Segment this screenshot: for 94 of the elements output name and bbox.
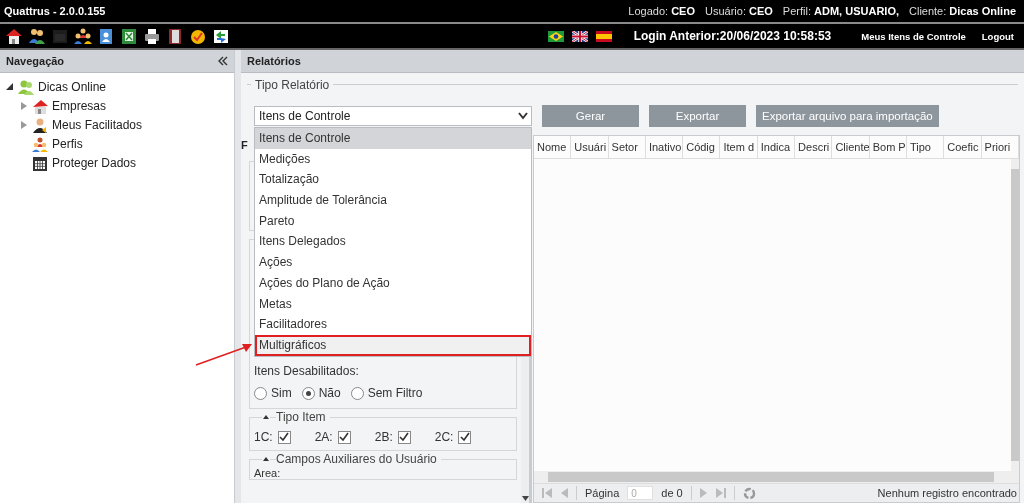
tree-item[interactable]: Meus Facilitados <box>52 117 143 132</box>
header-link[interactable]: Logout <box>981 30 1014 42</box>
radio-label: Não <box>318 386 341 400</box>
people-icon[interactable] <box>74 27 92 45</box>
checkbox-label: 2B: <box>374 430 393 444</box>
tree-item[interactable]: Perfis <box>52 136 83 151</box>
checkbox[interactable] <box>277 430 291 444</box>
panel-title: Navegação <box>6 55 65 67</box>
column-header[interactable]: Cliente <box>832 136 870 158</box>
session-info: Perfil: ADM, USUARIO, <box>782 5 899 17</box>
dropdown-option[interactable]: Totalização <box>255 169 531 191</box>
column-header[interactable]: Priori <box>981 136 1019 158</box>
dropdown-option[interactable]: Metas <box>255 293 531 315</box>
checkbox-label: 2C: <box>434 430 454 444</box>
report-type-dropdown[interactable]: Itens de Controle <box>254 106 532 126</box>
last-login-text: Login Anterior:20/06/2023 10:58:53 <box>633 29 832 43</box>
checkbox[interactable] <box>337 430 351 444</box>
checkmark-icon <box>459 432 470 442</box>
column-header[interactable]: Tipo <box>906 136 945 158</box>
tree-item[interactable]: Proteger Dados <box>52 155 137 170</box>
dropdown-option[interactable]: Facilitadores <box>255 314 531 335</box>
dropdown-option[interactable]: Multigráficos <box>255 334 531 356</box>
pager-label: de 0 <box>661 487 683 499</box>
radio-button[interactable] <box>301 386 315 400</box>
radio-label: Sim <box>271 386 292 400</box>
checkmark-icon <box>399 432 410 442</box>
horizontal-scrollbar[interactable] <box>534 471 1019 483</box>
column-header[interactable]: Descri <box>795 136 833 158</box>
pager-label: Página <box>585 487 620 499</box>
document-icon[interactable] <box>97 27 115 45</box>
flag-icon[interactable] <box>571 30 588 42</box>
house-icon <box>32 97 48 114</box>
dropdown-option[interactable]: Itens de Controle <box>255 128 531 149</box>
dropdown-icon[interactable] <box>518 112 528 120</box>
collapsed-icon[interactable] <box>20 101 28 110</box>
dropdown-option[interactable]: Ações <box>255 252 531 273</box>
panel-title: Relatórios <box>247 55 301 67</box>
session-info: Cliente: Dicas Online <box>909 5 1016 17</box>
field-label: Area: <box>254 467 282 479</box>
column-header[interactable]: Usuári <box>571 136 609 158</box>
tree-item[interactable]: Empresas <box>52 98 107 113</box>
pager-status: Nenhum registro encontrado <box>877 487 1017 499</box>
session-info: Usuário: CEO <box>705 5 773 17</box>
checkbox-label: 2A: <box>314 430 333 444</box>
dropdown-option[interactable]: Ações do Plano de Ação <box>255 272 531 294</box>
section-legend: Tipo Relatório <box>251 78 334 92</box>
vertical-scrollbar[interactable] <box>1011 159 1019 471</box>
checkbox[interactable] <box>397 430 411 444</box>
column-header[interactable]: Bom P <box>869 136 907 158</box>
field-label: Itens Desabilitados: <box>254 364 360 378</box>
badge-icon[interactable] <box>189 27 207 45</box>
people-icon[interactable] <box>28 27 46 45</box>
tree-item[interactable]: Dicas Online <box>38 79 107 94</box>
people-icon <box>32 135 48 152</box>
people-icon <box>18 78 34 95</box>
expanded-icon[interactable] <box>6 82 14 91</box>
radio-button[interactable] <box>350 386 364 400</box>
column-header[interactable]: Indica <box>757 136 796 158</box>
header-link[interactable]: Meus Itens de Controle <box>861 30 966 42</box>
panel-title: F <box>241 139 248 151</box>
dropdown-option[interactable]: Amplitude de Tolerância <box>255 190 531 211</box>
radio-label: Sem Filtro <box>367 386 423 400</box>
collapse-icon[interactable] <box>262 414 270 420</box>
column-header[interactable]: Setor <box>608 136 646 158</box>
dropdown-option[interactable]: Pareto <box>255 210 531 232</box>
collapsed-icon[interactable] <box>20 120 28 129</box>
spreadsheet-icon[interactable] <box>120 27 138 45</box>
dropdown-option[interactable]: Medições <box>255 148 531 170</box>
collapse-icon[interactable] <box>218 56 228 66</box>
column-header[interactable]: Inativo <box>645 136 684 158</box>
swap-icon[interactable] <box>212 27 230 45</box>
flag-icon[interactable] <box>595 30 612 42</box>
checkmark-icon <box>339 432 350 442</box>
radio-button[interactable] <box>254 386 267 400</box>
collapse-icon[interactable] <box>262 456 270 462</box>
session-info: Logado: CEO <box>628 5 695 17</box>
checkbox[interactable] <box>458 430 472 444</box>
window-title: Quattrus - 2.0.0.155 <box>4 5 106 17</box>
checkbox-label: 1C: <box>254 430 273 444</box>
dropdown-option[interactable]: Itens Delegados <box>255 231 531 253</box>
section-legend: Tipo Item <box>276 410 330 424</box>
person-icon <box>32 116 48 133</box>
column-header[interactable]: Nome <box>534 136 572 158</box>
annotation-arrow <box>194 341 254 367</box>
column-header[interactable]: Códig <box>683 136 721 158</box>
house-icon[interactable] <box>5 27 23 45</box>
printer-icon[interactable] <box>143 27 161 45</box>
section-legend: Campos Auxiliares do Usuário <box>276 452 441 466</box>
column-header[interactable]: Item d <box>720 136 758 158</box>
flag-icon[interactable] <box>547 30 564 42</box>
column-header[interactable]: Coefic <box>944 136 982 158</box>
book-icon[interactable] <box>166 27 184 45</box>
checkmark-icon <box>279 432 290 442</box>
scroll-down-icon[interactable] <box>521 496 529 501</box>
